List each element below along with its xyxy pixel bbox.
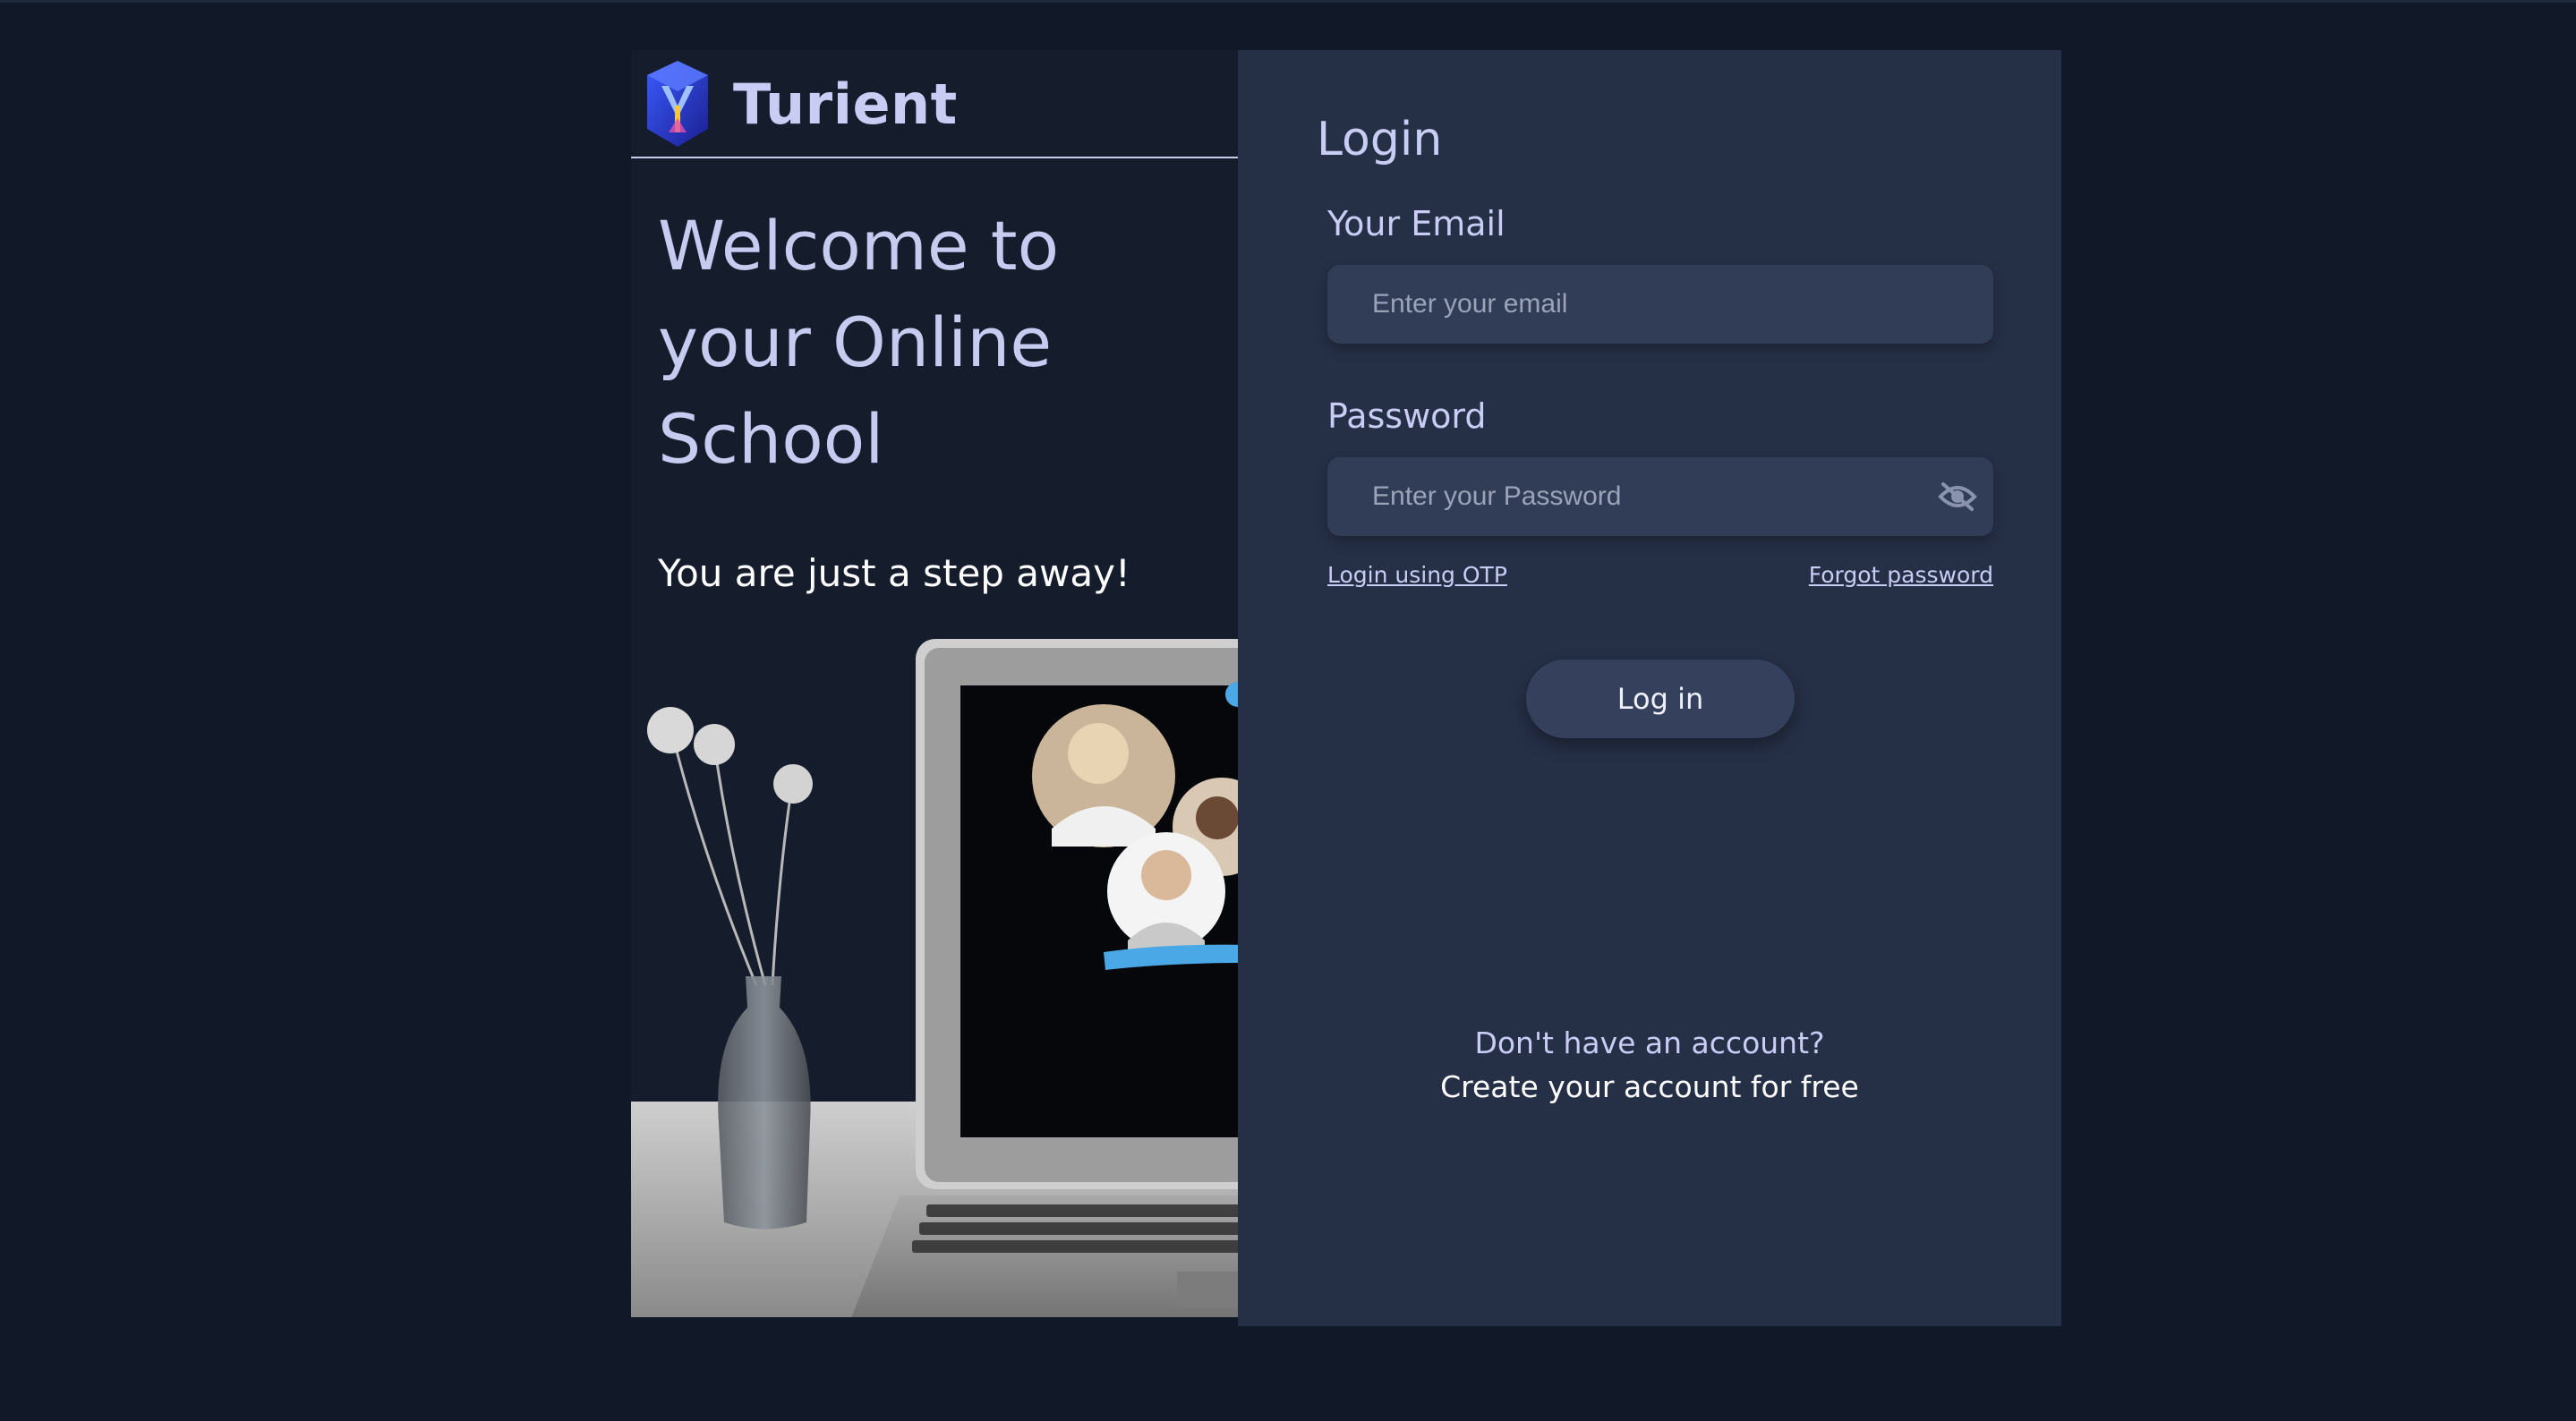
welcome-line-2: your Online xyxy=(658,302,1053,382)
login-otp-link[interactable]: Login using OTP xyxy=(1327,562,1507,588)
flower-stems xyxy=(647,707,813,986)
email-label: Your Email xyxy=(1327,204,1506,243)
brand[interactable]: Turient xyxy=(642,55,958,152)
crystal-logo-icon xyxy=(647,61,708,147)
welcome-heading: Welcome to your Online School xyxy=(658,198,1213,488)
login-title: Login xyxy=(1317,113,1443,166)
top-border xyxy=(0,0,2576,3)
forgot-password-link[interactable]: Forgot password xyxy=(1809,562,1993,588)
email-input[interactable] xyxy=(1327,265,1993,344)
welcome-line-1: Welcome to xyxy=(658,206,1060,285)
hero-illustration xyxy=(631,639,1238,1317)
login-button[interactable]: Log in xyxy=(1526,659,1795,738)
brand-name: Turient xyxy=(733,71,958,137)
welcome-panel: Turient Welcome to your Online School Yo… xyxy=(631,50,1238,1317)
login-panel: Login Your Email Password Login using OT… xyxy=(1238,50,2061,1326)
eye-off-icon[interactable] xyxy=(1938,477,1977,516)
brand-divider xyxy=(631,157,1238,158)
vase xyxy=(718,976,811,1230)
no-account-text: Don't have an account? xyxy=(1474,1025,1825,1060)
welcome-line-3: School xyxy=(658,399,884,479)
email-input-wrapper xyxy=(1327,265,1993,344)
create-account-link[interactable]: Create your account for free xyxy=(1238,1069,2061,1104)
password-label: Password xyxy=(1327,396,1487,436)
password-input[interactable] xyxy=(1327,457,1993,536)
password-input-wrapper xyxy=(1327,457,1993,536)
